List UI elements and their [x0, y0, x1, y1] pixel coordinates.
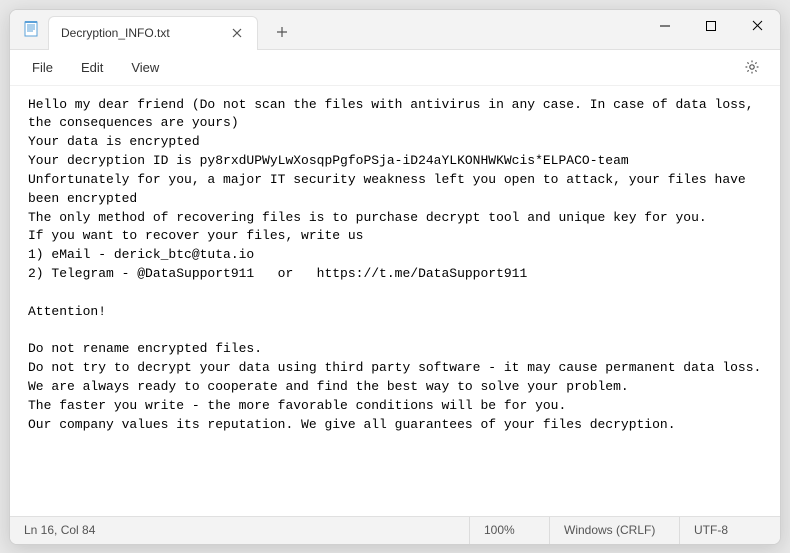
notepad-icon: [22, 20, 40, 38]
new-tab-button[interactable]: [266, 16, 298, 48]
tab-title: Decryption_INFO.txt: [61, 26, 229, 40]
minimize-button[interactable]: [642, 10, 688, 42]
maximize-button[interactable]: [688, 10, 734, 42]
status-line-ending: Windows (CRLF): [550, 517, 680, 544]
status-zoom[interactable]: 100%: [470, 517, 550, 544]
menu-file[interactable]: File: [18, 54, 67, 81]
notepad-window: Decryption_INFO.txt File Edit View: [9, 9, 781, 545]
settings-button[interactable]: [738, 53, 766, 81]
text-area[interactable]: Hello my dear friend (Do not scan the fi…: [10, 86, 780, 516]
close-tab-icon[interactable]: [229, 25, 245, 41]
close-button[interactable]: [734, 10, 780, 42]
menubar: File Edit View: [10, 50, 780, 86]
status-encoding: UTF-8: [680, 517, 780, 544]
status-cursor-position: Ln 16, Col 84: [10, 517, 470, 544]
statusbar: Ln 16, Col 84 100% Windows (CRLF) UTF-8: [10, 516, 780, 544]
window-controls: [642, 10, 780, 50]
menu-view[interactable]: View: [117, 54, 173, 81]
tab-active[interactable]: Decryption_INFO.txt: [48, 16, 258, 50]
titlebar: Decryption_INFO.txt: [10, 10, 780, 50]
menu-edit[interactable]: Edit: [67, 54, 117, 81]
